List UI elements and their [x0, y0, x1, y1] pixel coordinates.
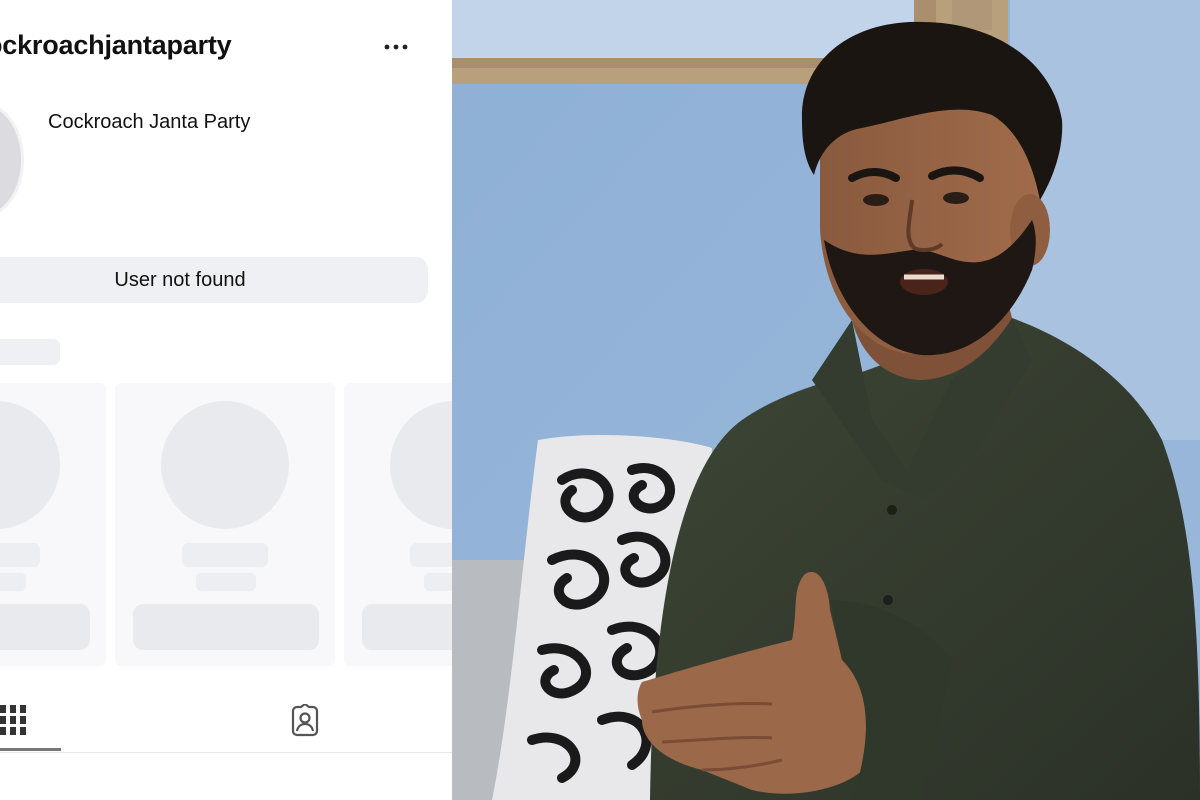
status-button-label: User not found	[114, 268, 246, 291]
user-not-found-button[interactable]: User not found	[0, 257, 428, 303]
card-name-placeholder	[410, 543, 452, 567]
card-avatar-placeholder	[161, 401, 289, 529]
card-button-placeholder	[362, 604, 452, 650]
profile-tabs	[0, 688, 452, 753]
man-speaking-photo	[452, 0, 1200, 800]
suggestion-card[interactable]	[0, 383, 106, 666]
card-sub-placeholder	[0, 573, 26, 591]
avatar[interactable]	[0, 102, 24, 218]
card-button-placeholder	[133, 604, 319, 650]
card-name-placeholder	[182, 543, 268, 567]
tagged-person-icon[interactable]	[288, 704, 322, 738]
tab-selected-indicator	[0, 748, 61, 751]
profile-screenshot: ockroachjantaparty Cockroach Janta Party…	[0, 0, 452, 800]
card-avatar-placeholder	[0, 401, 60, 529]
suggestion-card[interactable]	[344, 383, 452, 666]
card-sub-placeholder	[424, 573, 452, 591]
profile-display-name: Cockroach Janta Party	[48, 111, 251, 133]
card-avatar-placeholder	[390, 401, 452, 529]
card-button-placeholder	[0, 604, 90, 650]
more-horizontal-icon[interactable]	[382, 36, 412, 56]
card-name-placeholder	[0, 543, 40, 567]
profile-username: ockroachjantaparty	[0, 30, 232, 60]
suggestion-card[interactable]	[115, 383, 335, 666]
section-placeholder	[0, 339, 60, 365]
grid-icon[interactable]	[0, 704, 28, 736]
card-sub-placeholder	[196, 573, 256, 591]
